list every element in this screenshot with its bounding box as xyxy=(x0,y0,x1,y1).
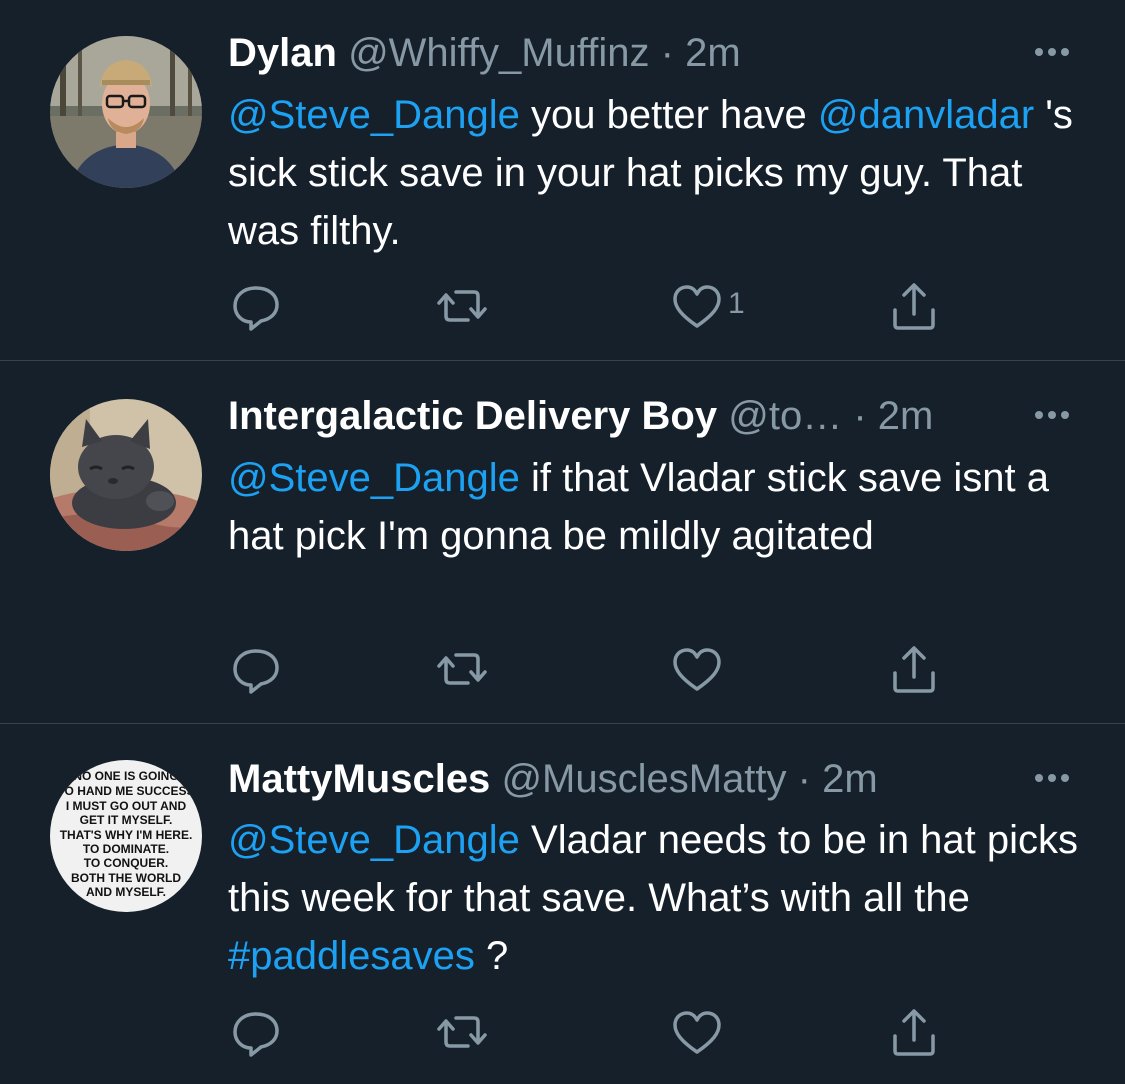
reply-icon[interactable] xyxy=(226,1002,286,1062)
avatar-text-line: GET IT MYSELF. xyxy=(80,813,173,827)
display-name[interactable]: Dylan xyxy=(228,31,337,75)
user-handle[interactable]: @to… xyxy=(728,394,842,438)
retweet-icon[interactable] xyxy=(432,1002,492,1062)
tweet-text: @Steve_Dangle Vladar needs to be in hat … xyxy=(228,811,1088,985)
tweet-header: MattyMuscles @MusclesMatty · 2m xyxy=(228,754,878,804)
like-icon[interactable] xyxy=(667,1002,727,1062)
tweet-actions: 1 xyxy=(0,276,1125,336)
more-icon[interactable] xyxy=(1030,32,1075,72)
user-handle[interactable]: @MusclesMatty xyxy=(501,757,786,801)
avatar-text-line: TO CONQUER. xyxy=(84,856,168,870)
tweet[interactable]: Dylan @Whiffy_Muffinz · 2m @Steve_Dangle… xyxy=(0,0,1125,360)
reply-icon[interactable] xyxy=(226,639,286,699)
separator: · xyxy=(660,31,674,75)
avatar-text-line: I MUST GO OUT AND xyxy=(66,799,187,813)
avatar-text-line: TO HAND ME SUCCESS xyxy=(57,784,194,798)
avatar-text-line: THAT'S WHY I'M HERE. xyxy=(60,828,193,842)
like-count: 1 xyxy=(728,287,745,320)
tweet-header: Intergalactic Delivery Boy @to… · 2m xyxy=(228,391,933,441)
avatar-text-line: BOTH THE WORLD xyxy=(71,871,181,885)
avatar-text-line: NO ONE IS GOING xyxy=(73,769,178,783)
mention-link[interactable]: @Steve_Dangle xyxy=(228,456,520,500)
share-icon[interactable] xyxy=(884,1002,944,1062)
like-icon[interactable] xyxy=(667,639,727,699)
timestamp[interactable]: 2m xyxy=(878,394,934,438)
retweet-icon[interactable] xyxy=(432,276,492,336)
tweet-actions xyxy=(0,1002,1125,1062)
avatar[interactable]: NO ONE IS GOING TO HAND ME SUCCESS I MUS… xyxy=(50,760,202,912)
mention-link[interactable]: @Steve_Dangle xyxy=(228,818,520,862)
more-icon[interactable] xyxy=(1030,395,1075,435)
avatar-text-line: TO DOMINATE. xyxy=(83,842,169,856)
tweet[interactable]: NO ONE IS GOING TO HAND ME SUCCESS I MUS… xyxy=(0,724,1125,1084)
tweet-feed: Dylan @Whiffy_Muffinz · 2m @Steve_Dangle… xyxy=(0,0,1125,1084)
retweet-icon[interactable] xyxy=(432,639,492,699)
reply-icon[interactable] xyxy=(226,276,286,336)
timestamp[interactable]: 2m xyxy=(822,757,878,801)
tweet-text: @Steve_Dangle if that Vladar stick save … xyxy=(228,449,1088,565)
more-icon[interactable] xyxy=(1030,758,1075,798)
tweet-actions xyxy=(0,639,1125,699)
mention-link[interactable]: @danvladar xyxy=(818,93,1034,137)
timestamp[interactable]: 2m xyxy=(685,31,741,75)
avatar-text-line: AND MYSELF. xyxy=(86,885,166,899)
tweet-text-segment: you better have xyxy=(519,93,818,137)
share-icon[interactable] xyxy=(884,639,944,699)
tweet-text: @Steve_Dangle you better have @danvladar… xyxy=(228,86,1088,260)
avatar[interactable] xyxy=(50,36,202,188)
avatar[interactable] xyxy=(50,399,202,551)
mention-link[interactable]: @Steve_Dangle xyxy=(228,93,520,137)
separator: · xyxy=(797,757,811,801)
user-handle[interactable]: @Whiffy_Muffinz xyxy=(348,31,649,75)
tweet[interactable]: Intergalactic Delivery Boy @to… · 2m @St… xyxy=(0,361,1125,723)
hashtag-link[interactable]: #paddlesaves xyxy=(228,934,475,978)
like-icon[interactable] xyxy=(667,276,727,336)
tweet-text-segment: ? xyxy=(474,934,509,978)
display-name[interactable]: Intergalactic Delivery Boy xyxy=(228,394,717,438)
tweet-header: Dylan @Whiffy_Muffinz · 2m xyxy=(228,28,741,78)
share-icon[interactable] xyxy=(884,276,944,336)
separator: · xyxy=(853,394,867,438)
display-name[interactable]: MattyMuscles xyxy=(228,757,490,801)
